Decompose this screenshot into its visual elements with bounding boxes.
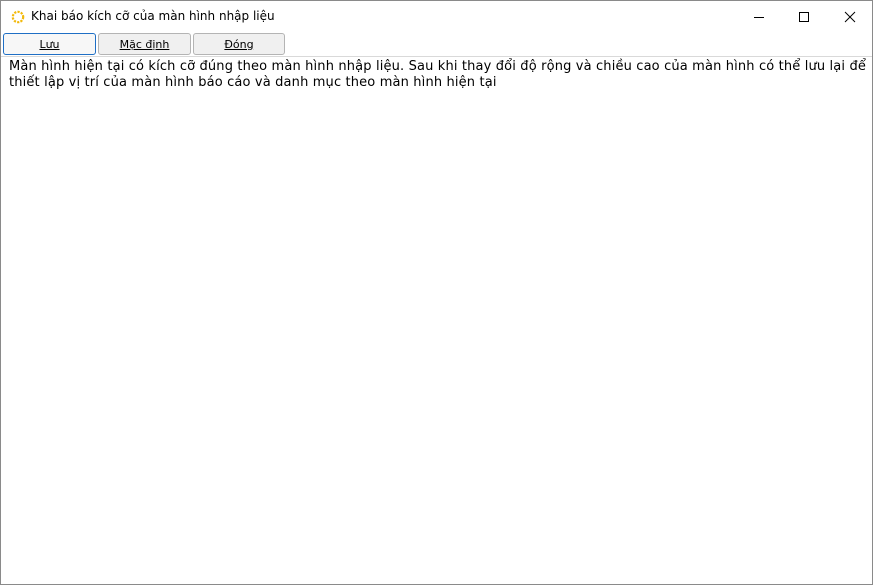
close-window-button[interactable] (827, 1, 872, 32)
save-button[interactable]: Lưu (3, 33, 96, 55)
info-message: Màn hình hiện tại có kích cỡ đúng theo m… (9, 59, 867, 90)
minimize-icon (754, 16, 764, 18)
dialog-window: Khai báo kích cỡ của màn hình nhập liệu … (0, 0, 873, 585)
minimize-button[interactable] (736, 1, 782, 32)
close-button[interactable]: Đóng (193, 33, 285, 55)
title-bar[interactable]: Khai báo kích cỡ của màn hình nhập liệu (1, 1, 872, 32)
toolbar-divider (1, 56, 872, 57)
toolbar: Lưu Mặc định Đóng (1, 32, 872, 56)
maximize-button[interactable] (781, 1, 827, 32)
window-title: Khai báo kích cỡ của màn hình nhập liệu (31, 9, 275, 23)
maximize-icon (799, 11, 809, 22)
sun-icon (10, 9, 26, 25)
close-icon (844, 11, 856, 22)
default-button[interactable]: Mặc định (98, 33, 191, 55)
